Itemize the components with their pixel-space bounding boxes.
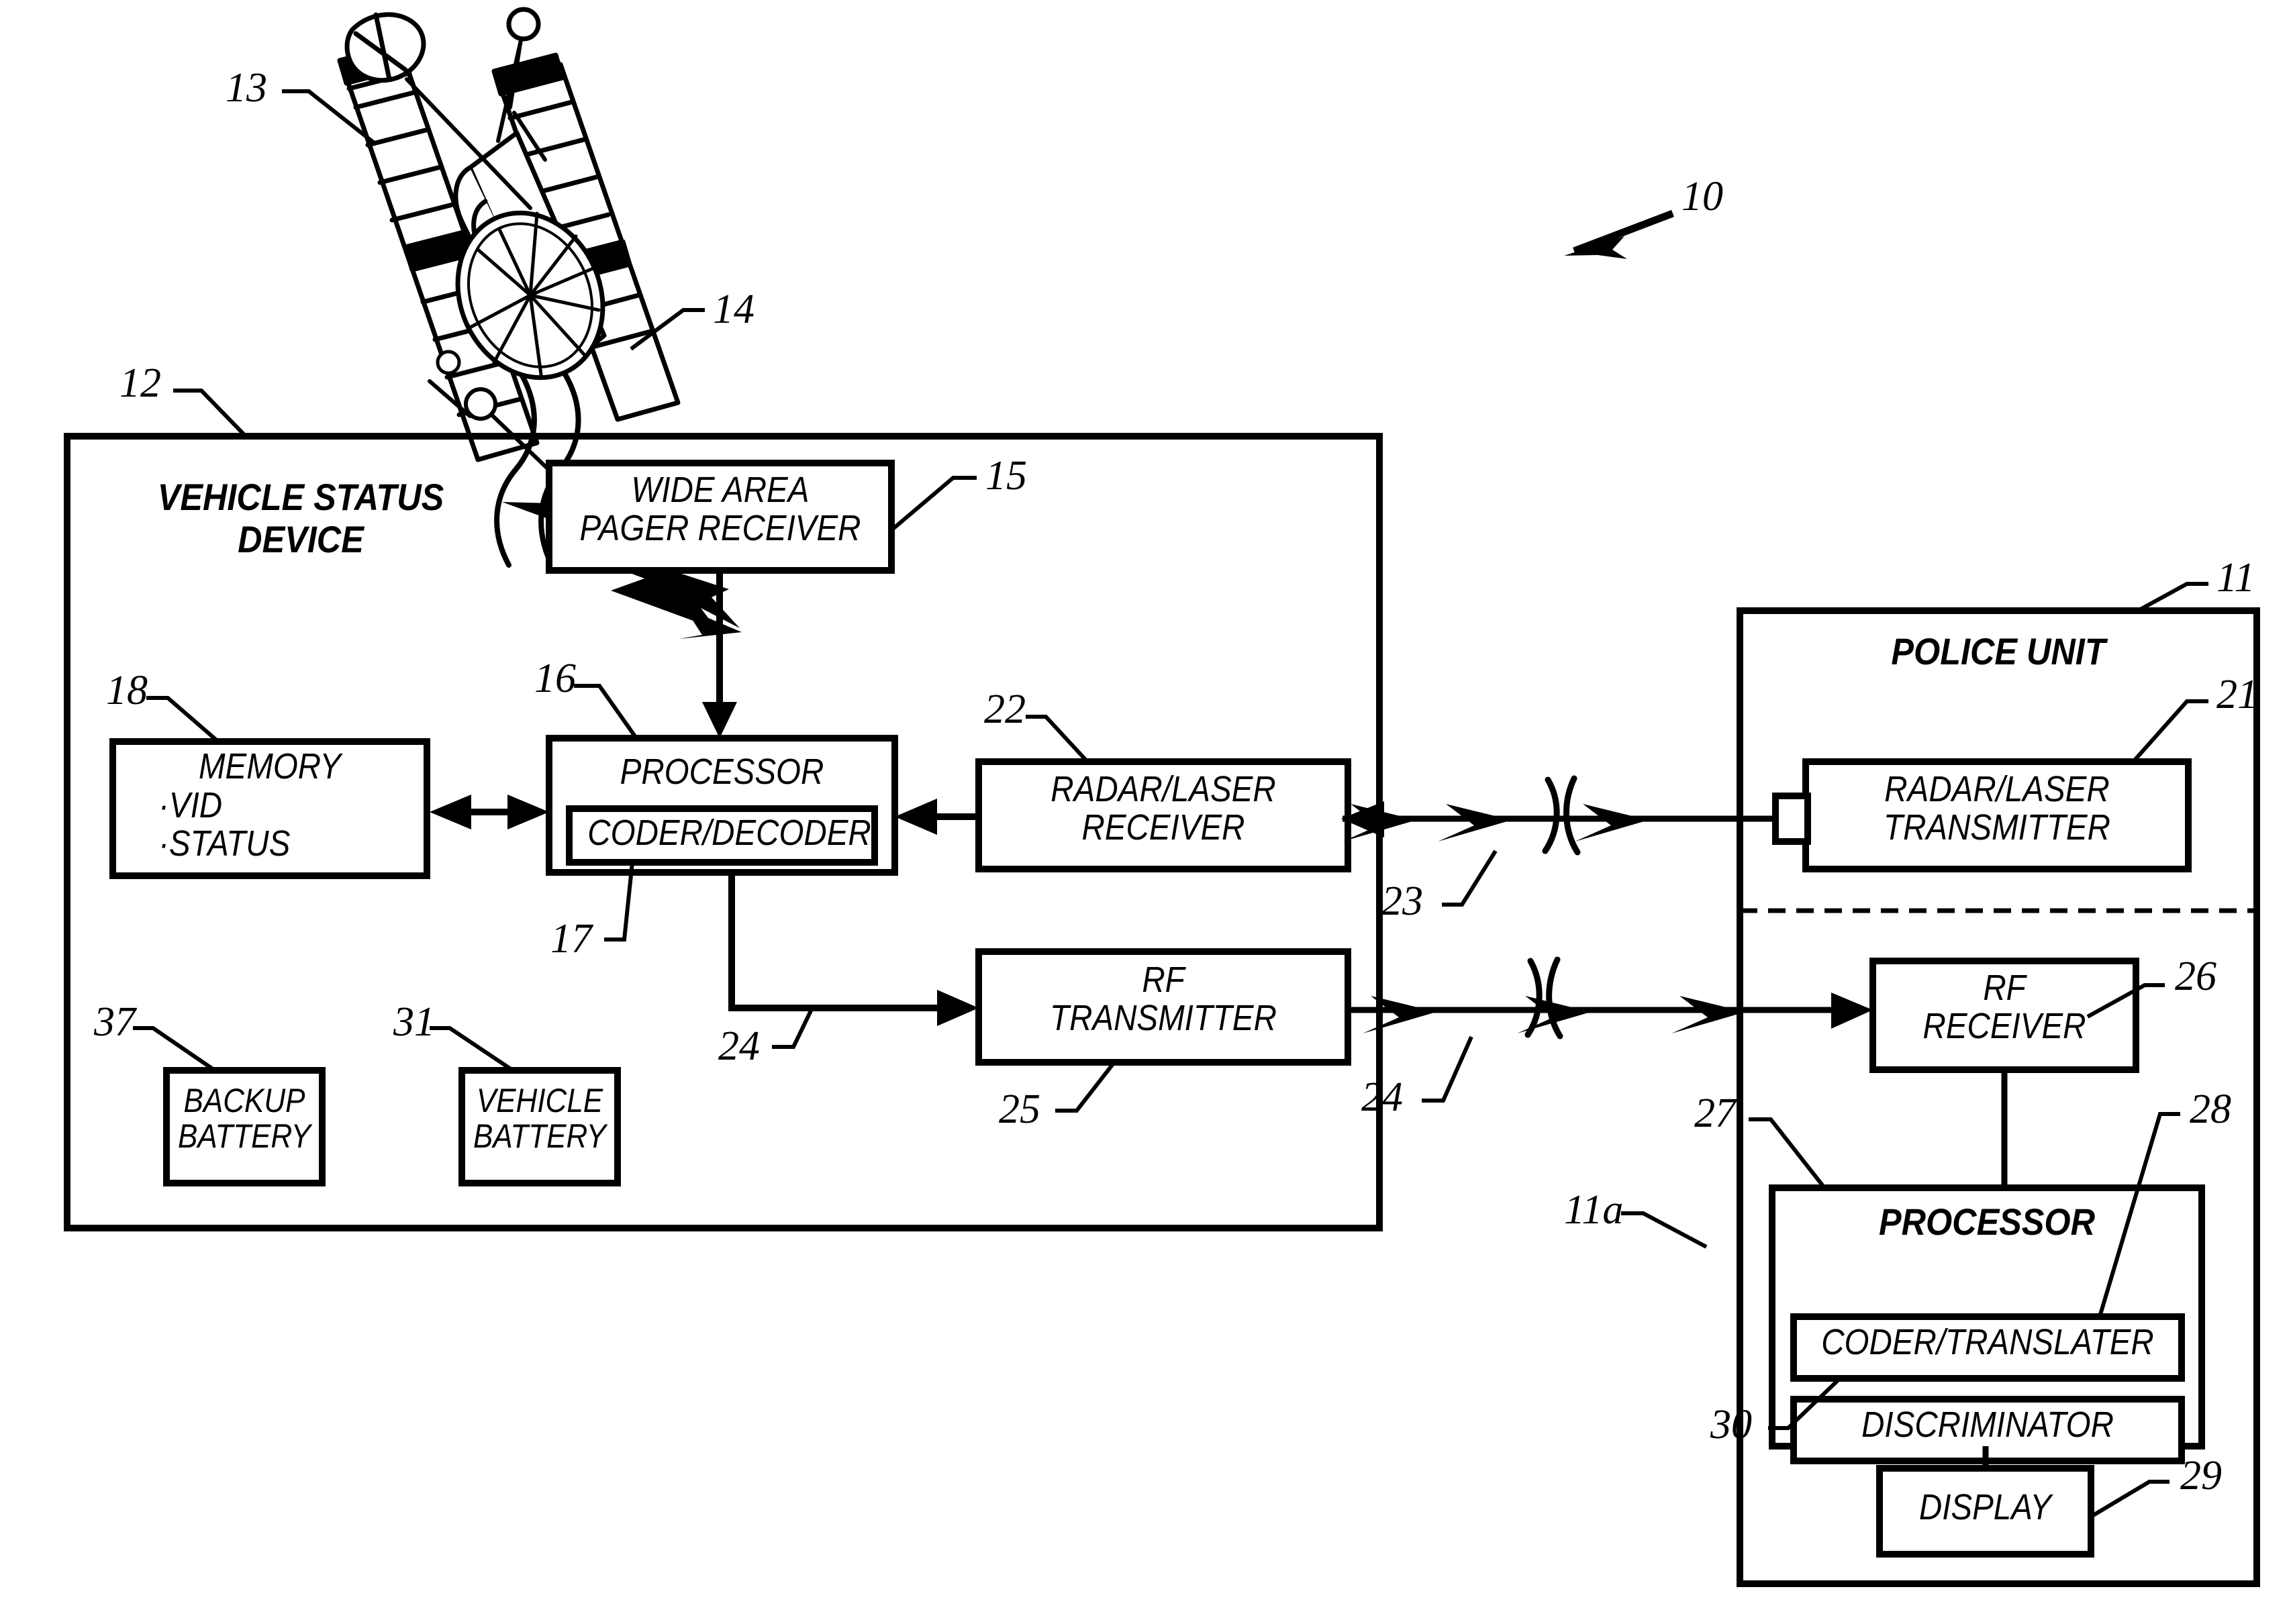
ref-number-16: 16 — [534, 656, 576, 701]
ref-leader-27 — [1749, 1117, 1826, 1189]
vehicle-status-device-title: VEHICLE STATUS DEVICE — [157, 476, 444, 560]
memory-processor-link — [430, 795, 549, 829]
ref-number-28: 28 — [2190, 1086, 2231, 1132]
ref-number-24-internal: 24 — [718, 1023, 760, 1069]
ref-number-37: 37 — [94, 999, 136, 1045]
radar-link-signal — [1341, 775, 1775, 856]
ref-number-26: 26 — [2175, 954, 2216, 999]
vsd-processor-label: PROCESSOR — [620, 752, 824, 792]
ref-number-21: 21 — [2216, 672, 2258, 717]
backup-battery-label: BACKUP BATTERY — [177, 1082, 311, 1155]
police-unit-title: POLICE UNIT — [1891, 630, 2106, 672]
ref-number-24-link: 24 — [1361, 1074, 1403, 1120]
ref-number-27: 27 — [1694, 1090, 1736, 1136]
discriminator-label: DISCRIMINATOR — [1861, 1405, 2114, 1445]
ref-number-22: 22 — [984, 687, 1026, 732]
ref-leader-37 — [133, 1026, 216, 1072]
ref-leader-22 — [1026, 715, 1089, 764]
ref-number-25: 25 — [999, 1086, 1040, 1132]
ref-leader-15 — [890, 476, 977, 532]
processor-to-rf-transmitter-path — [728, 872, 979, 1026]
display-label: DISPLAY — [1918, 1487, 2052, 1527]
ref-number-10: 10 — [1681, 174, 1723, 219]
ref-number-11: 11 — [2216, 555, 2255, 601]
ref-number-13: 13 — [226, 65, 267, 111]
ref-number-11a: 11a — [1564, 1187, 1624, 1233]
memory-items: ·VID ·STATUS — [158, 785, 291, 864]
radar-laser-receiver-label: RADAR/LASER RECEIVER — [1051, 769, 1276, 848]
system-ref-arrow — [1564, 209, 1674, 259]
ref-number-23: 23 — [1381, 878, 1423, 924]
ref-leader-24-internal — [772, 1007, 814, 1049]
rf-receiver-label: RF RECEIVER — [1922, 968, 2086, 1047]
memory-label: MEMORY — [198, 746, 342, 786]
ref-leader-21 — [2131, 699, 2208, 763]
pager-receiver-label: WIDE AREA PAGER RECEIVER — [579, 470, 861, 549]
ref-leader-11 — [2137, 582, 2208, 613]
radar-laser-transmitter-label: RADAR/LASER TRANSMITTER — [1884, 769, 2110, 848]
ref-leader-25 — [1055, 1061, 1116, 1113]
ref-leader-29 — [2090, 1480, 2170, 1519]
ref-number-17: 17 — [550, 916, 592, 962]
ref-number-30: 30 — [1710, 1402, 1752, 1448]
ref-leader-16 — [574, 684, 638, 740]
vehicle-battery-label: VEHICLE BATTERY — [473, 1082, 607, 1155]
ref-number-14: 14 — [713, 287, 754, 332]
ref-number-31: 31 — [393, 999, 435, 1045]
police-processor-label: PROCESSOR — [1878, 1201, 2096, 1243]
ref-leader-12 — [173, 389, 248, 438]
ref-number-29: 29 — [2180, 1453, 2222, 1499]
ref-number-15: 15 — [985, 453, 1027, 499]
coder-translater-label: CODER/TRANSLATER — [1821, 1322, 2154, 1362]
ref-leader-11a — [1621, 1211, 1708, 1249]
transmitter-antenna-connector — [1772, 793, 1811, 845]
ref-number-18: 18 — [106, 668, 148, 713]
ref-leader-23 — [1442, 850, 1498, 907]
ref-leader-24-link — [1422, 1035, 1473, 1103]
coder-decoder-label: CODER/DECODER — [587, 813, 871, 853]
ref-leader-31 — [430, 1026, 514, 1072]
ref-number-12: 12 — [119, 360, 161, 406]
rf-transmitter-label: RF TRANSMITTER — [1050, 960, 1277, 1039]
ref-leader-18 — [146, 696, 220, 744]
rf-link-signal — [1348, 956, 1873, 1039]
radar-receiver-to-processor-arrow — [895, 799, 979, 835]
patent-figure: 10 13 14 12 VEHICLE STATUS DEVICE 15 WID… — [0, 0, 2291, 1624]
